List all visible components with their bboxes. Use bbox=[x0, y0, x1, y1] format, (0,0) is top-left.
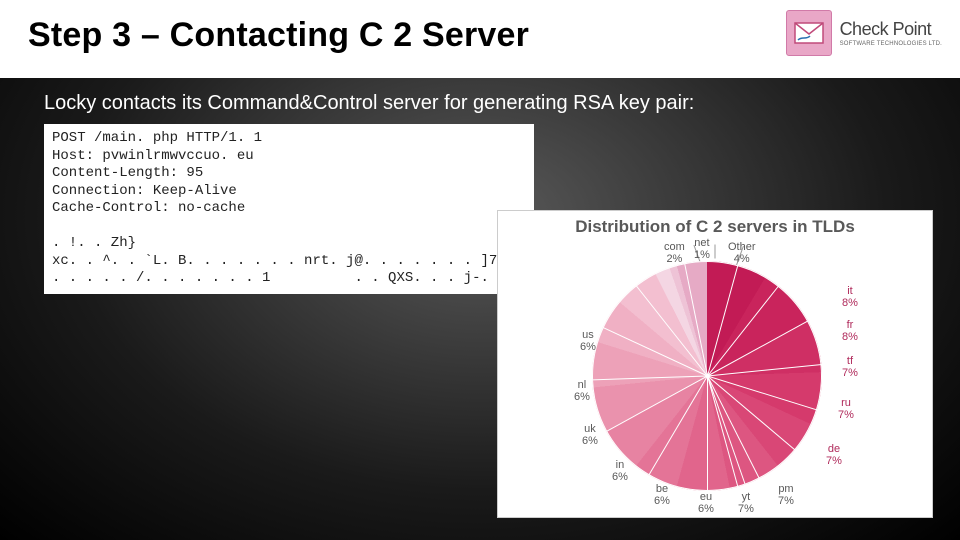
brand-logo: Check Point SOFTWARE TECHNOLOGIES LTD. bbox=[786, 10, 942, 56]
pie-chart-card: Distribution of C 2 servers in TLDs com2… bbox=[497, 210, 933, 518]
pie-chart bbox=[592, 261, 822, 491]
slice-label-pm: pm7% bbox=[778, 483, 794, 507]
slice-label-yt: yt7% bbox=[738, 491, 754, 515]
title-bar: Step 3 – Contacting C 2 Server Check Poi… bbox=[0, 0, 960, 78]
slice-label-other: Other4% bbox=[728, 241, 756, 265]
slice-label-de: de7% bbox=[826, 443, 842, 467]
chart-title: Distribution of C 2 servers in TLDs bbox=[498, 217, 932, 237]
brand-text: Check Point SOFTWARE TECHNOLOGIES LTD. bbox=[840, 20, 942, 47]
leader-line bbox=[715, 245, 716, 259]
slide-title: Step 3 – Contacting C 2 Server bbox=[28, 16, 529, 55]
brand-tagline: SOFTWARE TECHNOLOGIES LTD. bbox=[840, 41, 942, 47]
brand-name: Check Point bbox=[840, 20, 942, 38]
slice-label-it: it8% bbox=[842, 285, 858, 309]
slice-label-uk: uk6% bbox=[582, 423, 598, 447]
slice-label-net: net1% bbox=[694, 237, 710, 261]
pie-graphic bbox=[592, 261, 822, 491]
slide: Step 3 – Contacting C 2 Server Check Poi… bbox=[0, 0, 960, 540]
slide-subtitle: Locky contacts its Command&Control serve… bbox=[44, 92, 694, 115]
slice-label-eu: eu6% bbox=[698, 491, 714, 515]
slice-label-us: us6% bbox=[580, 329, 596, 353]
http-request-snippet: POST /main. php HTTP/1. 1 Host: pvwinlrm… bbox=[44, 124, 534, 294]
slice-label-in: in6% bbox=[612, 459, 628, 483]
slice-label-com: com2% bbox=[664, 241, 685, 265]
slice-label-nl: nl6% bbox=[574, 379, 590, 403]
slice-label-ru: ru7% bbox=[838, 397, 854, 421]
slice-label-fr: fr8% bbox=[842, 319, 858, 343]
slice-label-be: be6% bbox=[654, 483, 670, 507]
slice-label-tf: tf7% bbox=[842, 355, 858, 379]
envelope-icon bbox=[786, 10, 832, 56]
